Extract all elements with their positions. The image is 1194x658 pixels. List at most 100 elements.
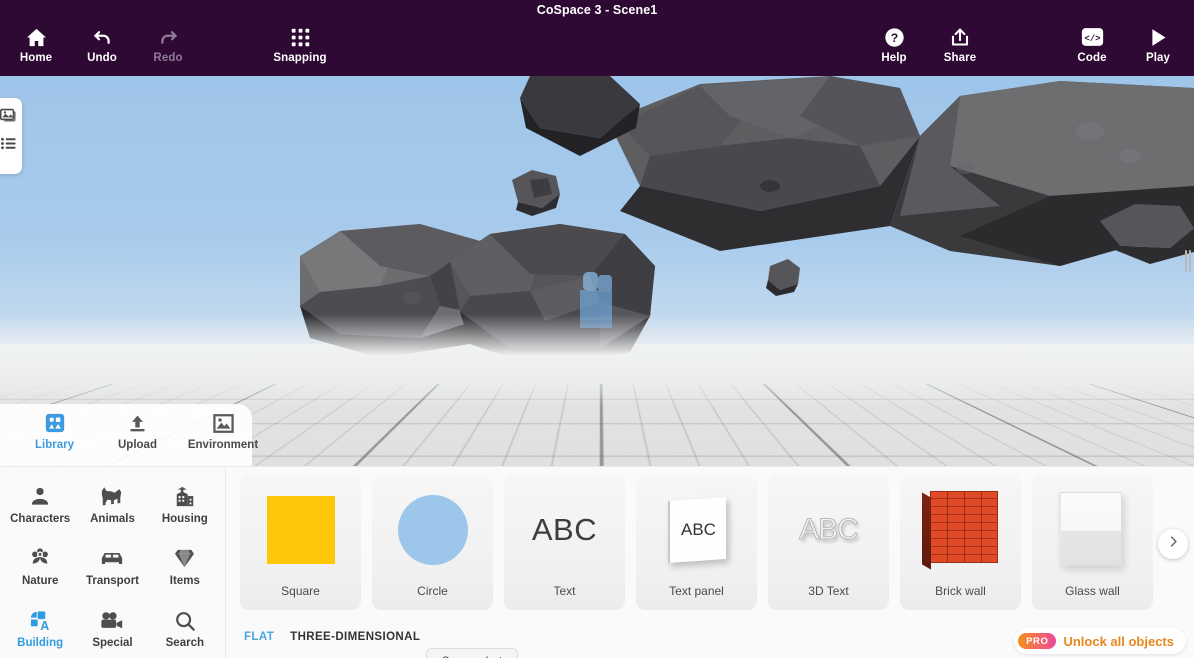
unlock-all-objects-label: Unlock all objects [1063, 633, 1174, 649]
library-items-row: Square Circle ABC Text ABC Text panel AB… [240, 475, 1153, 610]
category-special-label: Special [92, 636, 133, 649]
glass-wall-thumb [1032, 475, 1153, 584]
tab-upload[interactable]: Upload [111, 412, 164, 451]
item-label: Text [553, 584, 576, 598]
category-characters[interactable]: Characters [4, 473, 76, 535]
help-label: Help [881, 52, 907, 64]
help-button[interactable]: ? Help [858, 24, 930, 64]
item-card-3d-text[interactable]: ABC 3D Text [768, 475, 889, 610]
person-icon [29, 484, 51, 510]
flower-icon [29, 546, 51, 572]
item-thumb-sample: ABC [680, 519, 715, 539]
home-icon [26, 24, 47, 50]
top-toolbar: CoSpace 3 - Scene1 Home Undo Redo Snappi… [0, 0, 1194, 76]
item-label: Brick wall [935, 584, 986, 598]
category-housing[interactable]: Housing [149, 473, 221, 535]
category-building[interactable]: A Building [4, 597, 76, 658]
abc-panel-thumb: ABC [636, 475, 757, 584]
svg-text:</>: </> [1084, 34, 1100, 44]
category-search-label: Search [165, 636, 204, 649]
viewport-left-rail [0, 98, 22, 174]
category-transport-label: Transport [85, 574, 140, 587]
play-button[interactable]: Play [1122, 24, 1194, 64]
share-label: Share [943, 52, 977, 64]
filter-flat[interactable]: FLAT [244, 631, 274, 643]
building-blocks-icon: A [29, 608, 52, 634]
camera-icon [100, 608, 124, 634]
item-card-square[interactable]: Square [240, 475, 361, 610]
code-button[interactable]: </> Code [1056, 24, 1128, 64]
svg-text:?: ? [890, 30, 897, 44]
item-label: Text panel [669, 584, 724, 598]
library-grid-icon [45, 412, 65, 434]
magnifier-icon [174, 608, 196, 634]
image-mountain-icon [212, 412, 234, 434]
item-thumb-sample: ABC [799, 512, 860, 546]
category-special[interactable]: Special [76, 597, 148, 658]
abc-3d-thumb: ABC [768, 475, 889, 584]
yellow-square-thumb [240, 475, 361, 584]
item-card-glass-wall[interactable]: Glass wall [1032, 475, 1153, 610]
category-housing-label: Housing [161, 512, 208, 525]
play-label: Play [1145, 52, 1171, 64]
category-search[interactable]: Search [149, 597, 221, 658]
unlock-all-objects-promo[interactable]: PRO Unlock all objects [1014, 628, 1186, 654]
asteroid-small-floating-group [512, 170, 560, 216]
play-triangle-icon [1148, 24, 1169, 50]
home-button[interactable]: Home [0, 24, 72, 64]
item-label: Glass wall [1065, 584, 1120, 598]
redo-label: Redo [153, 52, 183, 64]
item-label: Circle [417, 584, 448, 598]
category-transport[interactable]: Transport [76, 535, 148, 597]
category-items[interactable]: Items [149, 535, 221, 597]
item-label: 3D Text [808, 584, 849, 598]
library-tab-bar: Library Upload Environment [0, 404, 258, 466]
undo-button[interactable]: Undo [66, 24, 138, 64]
category-animals-label: Animals [90, 512, 135, 525]
list-icon[interactable] [0, 135, 17, 152]
blue-circle-thumb [372, 475, 493, 584]
asteroid-tiny-right-group [766, 259, 800, 296]
cospaces-editor-window: CoSpace 3 - Scene1 Home Undo Redo Snappi… [0, 0, 1194, 658]
library-bottom-bar: FLAT THREE-DIMENSIONAL Screenshot PRO Un… [226, 624, 1194, 658]
category-grid: Characters Animals Housing Nature Transp… [0, 467, 226, 658]
item-card-brick-wall[interactable]: Brick wall [900, 475, 1021, 610]
car-icon [100, 546, 124, 572]
tab-library-label: Library [35, 439, 74, 451]
snapping-button[interactable]: Snapping [263, 24, 337, 64]
tab-environment-label: Environment [187, 439, 259, 451]
grid-icon [290, 24, 311, 50]
undo-icon [92, 24, 113, 50]
item-card-circle[interactable]: Circle [372, 475, 493, 610]
category-animals[interactable]: Animals [76, 473, 148, 535]
share-icon [949, 24, 971, 50]
handle-bar [1188, 249, 1191, 272]
category-items-label: Items [169, 574, 200, 587]
next-page-button[interactable] [1158, 529, 1188, 559]
chevron-right-icon [1167, 535, 1180, 553]
screenshot-button[interactable]: Screenshot [426, 648, 518, 658]
viewport-resize-handle[interactable] [1183, 248, 1192, 273]
code-brackets-icon: </> [1081, 24, 1104, 50]
pro-badge: PRO [1018, 633, 1057, 649]
redo-icon [158, 24, 179, 50]
share-button[interactable]: Share [924, 24, 996, 64]
item-card-text-panel[interactable]: ABC Text panel [636, 475, 757, 610]
item-thumb-sample: ABC [531, 511, 598, 547]
undo-label: Undo [87, 52, 117, 64]
shape-type-filters: FLAT THREE-DIMENSIONAL [244, 631, 420, 643]
tab-environment[interactable]: Environment [188, 412, 258, 451]
filter-three-dimensional[interactable]: THREE-DIMENSIONAL [290, 631, 420, 643]
scene-title: CoSpace 3 - Scene1 [536, 3, 658, 17]
tab-library[interactable]: Library [28, 412, 81, 451]
upload-arrow-icon [128, 412, 147, 434]
abc-text-thumb: ABC [504, 475, 625, 584]
item-card-text[interactable]: ABC Text [504, 475, 625, 610]
asteroid-large-upper-right-group [608, 76, 1194, 266]
redo-button[interactable]: Redo [132, 24, 204, 64]
snapping-label: Snapping [273, 52, 327, 64]
svg-text:A: A [40, 619, 49, 632]
handle-bar [1184, 249, 1187, 272]
gallery-icon[interactable] [0, 106, 17, 123]
category-nature[interactable]: Nature [4, 535, 76, 597]
